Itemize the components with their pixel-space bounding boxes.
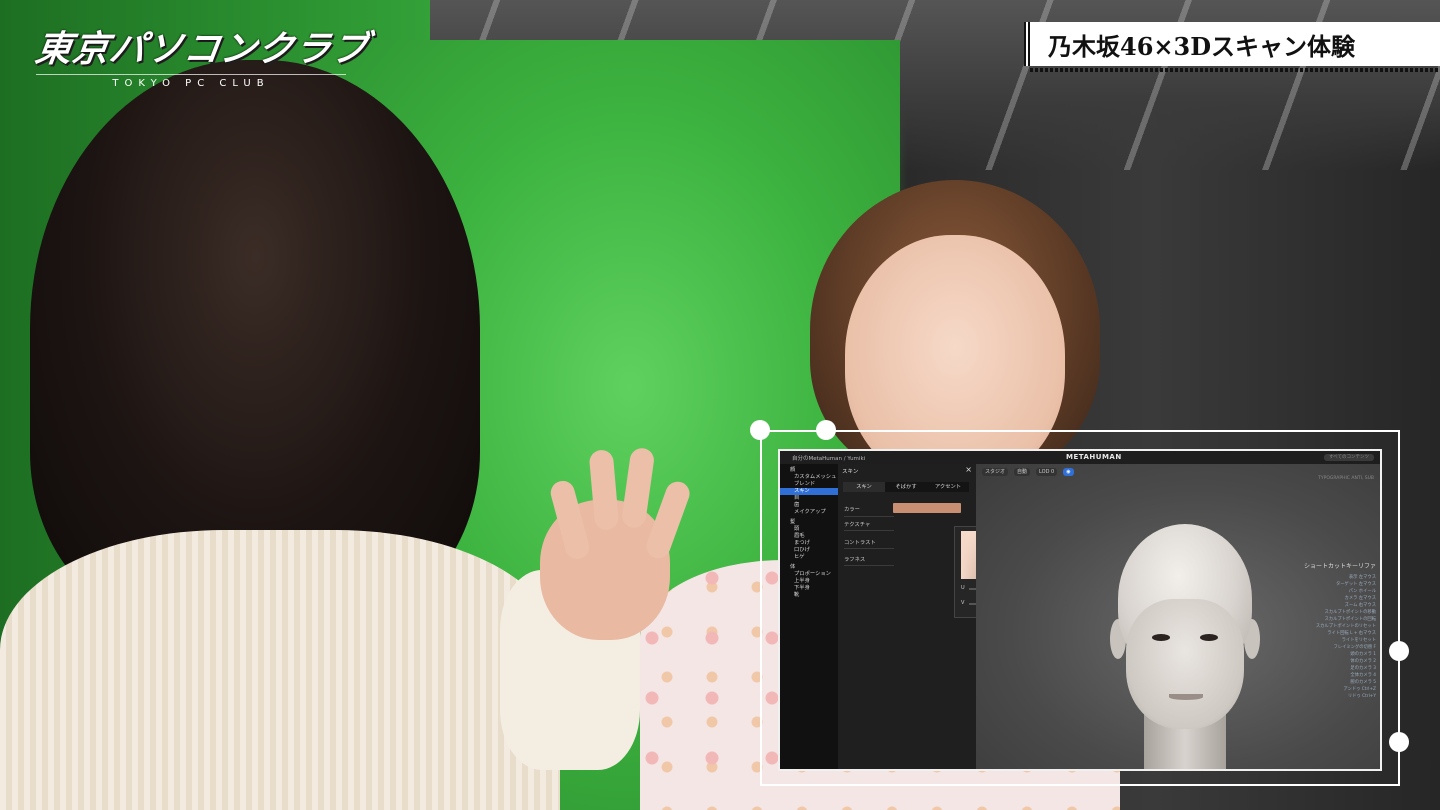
sidebar-item[interactable]: 上半身 xyxy=(780,578,838,585)
slider-u-label: U xyxy=(961,585,965,591)
divider xyxy=(844,516,894,517)
tab-accents[interactable]: アクセント xyxy=(927,482,969,492)
shortcut-item: カメラ 左マウス xyxy=(1344,596,1376,601)
sidebar-item[interactable]: まつげ xyxy=(780,540,838,547)
shortcut-item: ライト回転 L + 右マウス xyxy=(1327,631,1376,636)
episode-caption: 乃木坂46×3Dスキャン体験 xyxy=(1024,22,1440,72)
sidebar-item[interactable]: 頭 xyxy=(780,526,838,533)
shortcut-item: 頭のカメラ 1 xyxy=(1350,652,1376,657)
search-input[interactable]: すべてのコンテンツ xyxy=(1324,454,1374,461)
tab-freckles[interactable]: そばかす xyxy=(885,482,927,492)
row-contrast-label: コントラスト xyxy=(844,540,876,546)
sidebar-item[interactable]: スキン xyxy=(780,488,838,495)
shortcut-item: ズーム 右マウス xyxy=(1344,603,1376,608)
app-titlebar: 自分のMetaHuman / Yumiki METAHUMAN すべてのコンテン… xyxy=(780,451,1380,464)
model-eye xyxy=(1152,634,1170,641)
viewport-toolbar: スタジオ 自動 LOD 0 ◉ xyxy=(982,468,1074,476)
tab-skin[interactable]: スキン xyxy=(843,482,885,492)
frame-dot xyxy=(1389,641,1409,661)
sidebar-item[interactable]: 靴 xyxy=(780,592,838,599)
app-brand: METAHUMAN xyxy=(1066,453,1122,461)
waving-hand xyxy=(500,440,693,770)
divider xyxy=(844,565,894,566)
model-mouth xyxy=(1169,694,1203,700)
row-texture-label: テクスチャ xyxy=(844,522,871,528)
model-eye xyxy=(1200,634,1218,641)
sidebar-group-head: 髪 xyxy=(790,519,796,525)
shortcut-item: ライトをリセット xyxy=(1341,638,1376,643)
logo-subtitle: TOKYO PC CLUB xyxy=(36,74,346,89)
breadcrumb[interactable]: 自分のMetaHuman / Yumiki xyxy=(792,454,865,462)
person-back-sweater xyxy=(0,530,560,810)
shortcut-item: フレイミングの切替 F xyxy=(1333,645,1376,650)
sidebar-item[interactable]: カスタムメッシュ xyxy=(780,474,838,481)
person-back xyxy=(0,60,560,810)
shortcut-item: ターゲット 左マウス xyxy=(1335,582,1376,587)
sidebar-group-head: 顔 xyxy=(790,467,796,473)
logo-title: 東京パソコンクラブ xyxy=(32,29,372,70)
metahuman-head-model xyxy=(1096,524,1274,769)
3d-viewport[interactable]: スタジオ 自動 LOD 0 ◉ TYPOGRAPHIC ANTI, SUB ショ… xyxy=(976,464,1380,769)
shortcut-item: 表示 左マウス xyxy=(1348,575,1376,580)
auto-button[interactable]: 自動 xyxy=(1014,468,1031,476)
shortcut-list: 表示 左マウスターゲット 左マウスパン ホイール カメラ 左マウス ズーム 右マウス… xyxy=(1286,574,1376,700)
caption-text: 乃木坂46×3Dスキャン体験 xyxy=(1048,31,1356,61)
shortcut-item: スカルプトポイントの回転 xyxy=(1324,617,1376,622)
lod-button[interactable]: LOD 0 xyxy=(1036,468,1058,476)
sidebar-item[interactable]: 口ひげ xyxy=(780,547,838,554)
sidebar-item[interactable]: 目 xyxy=(780,495,838,502)
shortcut-item: 足のカメラ 3 xyxy=(1350,666,1376,671)
shortcut-title: ショートカットキーリファ xyxy=(1303,563,1376,570)
shortcut-item: 腕のカメラ 5 xyxy=(1350,680,1376,685)
sidebar-group-head: 体 xyxy=(790,564,796,570)
shortcut-item: 全体カメラ 4 xyxy=(1350,673,1376,678)
sidebar-item[interactable]: プロポーション xyxy=(780,571,838,578)
sidebar-item[interactable]: 歯 xyxy=(780,502,838,509)
close-icon[interactable]: × xyxy=(965,465,972,474)
shortcut-item: アンドゥ Ctrl+Z xyxy=(1343,687,1376,692)
sidebar-item[interactable]: メイクアップ xyxy=(780,509,838,516)
shortcut-item: スカルプトポイントのリセット xyxy=(1315,624,1376,629)
viewport-info: TYPOGRAPHIC ANTI, SUB xyxy=(1318,476,1374,481)
row-color-label: カラー xyxy=(844,507,860,513)
frame-dot xyxy=(1389,732,1409,752)
skin-panel: スキン × スキン そばかす アクセント カラー テクスチャ コントラスト ラフ… xyxy=(838,464,1076,769)
skin-color-swatch[interactable] xyxy=(893,503,961,513)
channel-logo: 東京パソコンクラブ TOKYO PC CLUB xyxy=(33,20,372,89)
studio-lighting-button[interactable]: スタジオ xyxy=(982,468,1009,476)
frame-dot xyxy=(750,420,770,440)
category-sidebar: 顔カスタムメッシュ ブレンド スキン目歯メイクアップ髪頭眉毛 まつげ 口ひげ ヒゲ体プロポ… xyxy=(780,464,838,769)
sidebar-item[interactable]: ヒゲ xyxy=(780,554,838,561)
divider xyxy=(844,548,894,549)
sidebar-item[interactable]: 眉毛 xyxy=(780,533,838,540)
row-roughness-label: ラフネス xyxy=(844,557,866,563)
texture-slider[interactable] xyxy=(844,530,894,531)
sidebar-item[interactable]: ブレンド xyxy=(780,481,838,488)
frame-dot xyxy=(816,420,836,440)
shortcut-item: 体のカメラ 2 xyxy=(1350,659,1376,664)
metahuman-app-window: 自分のMetaHuman / Yumiki METAHUMAN すべてのコンテン… xyxy=(778,449,1382,771)
slider-v-label: V xyxy=(961,600,965,606)
camera-icon[interactable]: ◉ xyxy=(1063,468,1074,476)
model-face xyxy=(1126,599,1244,729)
panel-tabs: スキン そばかす アクセント xyxy=(843,482,969,492)
shortcut-item: スカルプトポイントの移動 xyxy=(1324,610,1376,615)
shortcut-item: リドゥ Ctrl+Y xyxy=(1347,694,1376,699)
video-frame: 東京パソコンクラブ TOKYO PC CLUB 乃木坂46×3Dスキャン体験 自… xyxy=(0,0,1440,810)
shortcut-item: パン ホイール xyxy=(1348,589,1376,594)
panel-title: スキン xyxy=(842,469,859,475)
sidebar-item[interactable]: 下半身 xyxy=(780,585,838,592)
